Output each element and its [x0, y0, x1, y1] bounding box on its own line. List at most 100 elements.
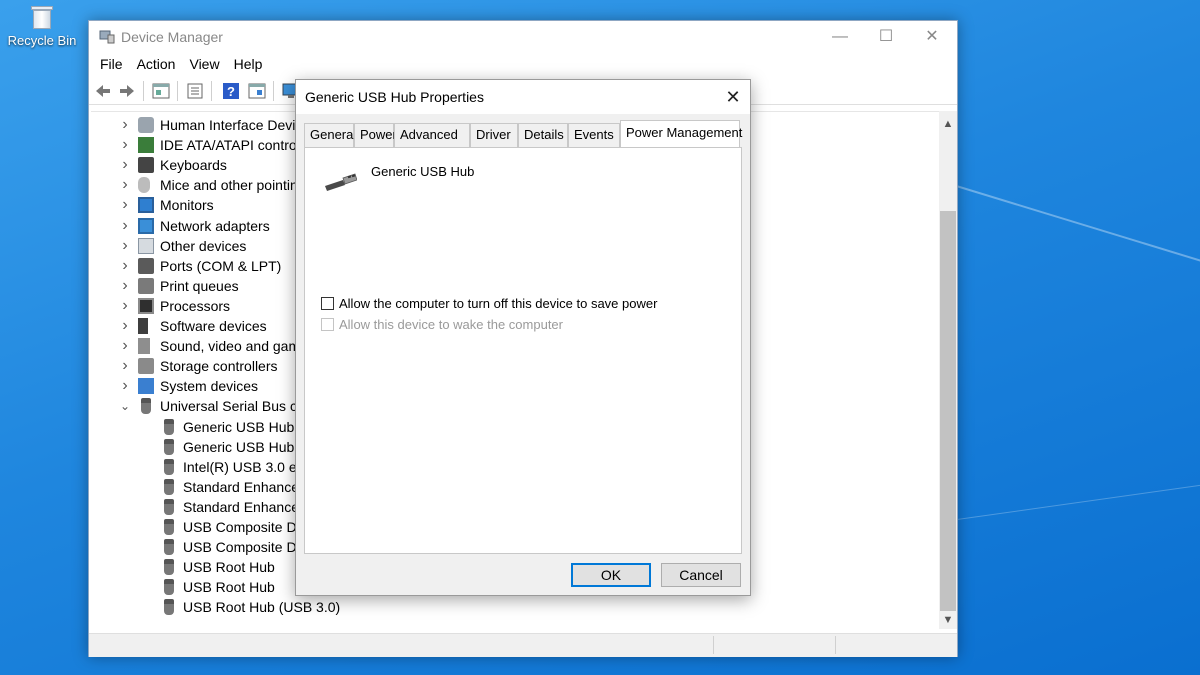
device-manager-titlebar[interactable]: Device Manager — ☐ ✕ — [89, 21, 957, 53]
allow-wake-label: Allow this device to wake the computer — [339, 317, 563, 332]
port-icon — [138, 257, 154, 274]
scan-hardware-icon[interactable] — [247, 81, 267, 101]
tab-driver[interactable]: Driver — [470, 123, 518, 147]
forward-arrow-icon[interactable] — [117, 81, 137, 101]
chevron-right-icon[interactable]: › — [119, 376, 131, 396]
tree-item-label: Standard Enhanced — [183, 498, 307, 515]
dialog-titlebar[interactable]: Generic USB Hub Properties ✕ — [296, 80, 750, 114]
window-title: Device Manager — [121, 29, 223, 45]
tab-power[interactable]: Power — [354, 123, 397, 147]
tree-item-label: Other devices — [160, 237, 247, 254]
recycle-bin-icon — [29, 4, 55, 30]
tree-item-label: Keyboards — [160, 157, 227, 174]
chevron-right-icon[interactable]: › — [119, 155, 131, 175]
chevron-right-icon[interactable]: › — [119, 356, 131, 376]
sound-icon — [138, 338, 150, 355]
scroll-up-arrow-icon[interactable]: ▲ — [939, 115, 957, 133]
usb-icon — [164, 579, 174, 596]
tree-item-label: Storage controllers — [160, 358, 278, 375]
chevron-right-icon[interactable]: › — [119, 296, 131, 316]
tree-item-label: USB Root Hub — [183, 579, 275, 596]
hid-icon — [138, 117, 154, 133]
cancel-button[interactable]: Cancel — [661, 563, 741, 587]
maximize-button[interactable]: ☐ — [863, 21, 909, 53]
other-device-icon — [138, 237, 154, 254]
usb-icon — [164, 599, 174, 616]
monitor-icon — [138, 197, 154, 214]
tree-item-label: Generic USB Hub — [183, 418, 295, 435]
minimize-button[interactable]: — — [817, 21, 863, 53]
usb-hub-properties-dialog: Generic USB Hub Properties ✕ General Pow… — [295, 79, 751, 596]
scroll-down-arrow-icon[interactable]: ▼ — [939, 611, 957, 629]
chevron-right-icon[interactable]: › — [119, 236, 131, 256]
tree-item-label: Standard Enhanced — [183, 478, 307, 495]
printer-icon — [138, 277, 154, 294]
tab-details[interactable]: Details — [518, 123, 568, 147]
tree-item-label: Human Interface Devic — [160, 117, 303, 133]
tree-item-label: Monitors — [160, 197, 214, 214]
network-adapter-icon — [138, 217, 154, 234]
status-bar — [89, 633, 957, 657]
tree-item-label: USB Composite Dev — [183, 519, 312, 535]
chevron-right-icon[interactable]: › — [119, 256, 131, 276]
chevron-right-icon[interactable]: › — [119, 276, 131, 296]
usb-icon — [164, 478, 174, 495]
tree-item-label: Generic USB Hub — [183, 438, 295, 455]
tree-item-label: Ports (COM & LPT) — [160, 257, 282, 274]
toolbar-separator — [143, 81, 144, 101]
usb-icon — [164, 498, 174, 515]
tree-item-label: USB Composite Dev — [183, 539, 312, 556]
chevron-right-icon[interactable]: › — [119, 135, 131, 155]
usb-plug-icon — [325, 173, 357, 191]
menu-view[interactable]: View — [182, 53, 226, 77]
tree-item-label: USB Root Hub — [183, 559, 275, 576]
menu-file[interactable]: File — [93, 53, 130, 77]
toolbar-separator — [273, 81, 274, 101]
usb-icon — [164, 519, 174, 535]
tab-advanced[interactable]: Advanced — [394, 123, 470, 147]
device-manager-icon — [99, 30, 115, 44]
chevron-right-icon[interactable]: › — [119, 336, 131, 356]
status-divider — [835, 636, 836, 654]
chevron-right-icon[interactable]: › — [119, 175, 131, 195]
tree-scrollbar[interactable]: ▲ ▼ — [939, 111, 957, 629]
wallpaper-light-ray — [939, 180, 1200, 299]
tree-device[interactable]: USB Root Hub (USB 3.0) — [91, 597, 931, 617]
toolbar-separator — [211, 81, 212, 101]
dialog-title: Generic USB Hub Properties — [305, 89, 484, 105]
mouse-icon — [138, 177, 150, 194]
menu-action[interactable]: Action — [130, 53, 183, 77]
usb-icon — [164, 458, 174, 475]
usb-icon — [164, 418, 174, 435]
properties-view-icon[interactable] — [151, 81, 171, 101]
chevron-down-icon[interactable]: ⌄ — [119, 396, 131, 416]
chevron-right-icon[interactable]: › — [119, 195, 131, 215]
menu-help[interactable]: Help — [227, 53, 270, 77]
usb-icon — [141, 398, 151, 415]
scroll-thumb[interactable] — [940, 211, 956, 611]
ok-button[interactable]: OK — [571, 563, 651, 587]
desktop-icon-label: Recycle Bin — [7, 33, 77, 48]
tab-events[interactable]: Events — [568, 123, 620, 147]
usb-icon — [164, 539, 174, 556]
system-device-icon — [138, 378, 154, 395]
chevron-right-icon[interactable]: › — [119, 216, 131, 236]
tab-general[interactable]: General — [304, 123, 356, 147]
dialog-close-button[interactable]: ✕ — [716, 80, 750, 114]
close-button[interactable]: ✕ — [909, 21, 955, 53]
wallpaper-light-ray — [949, 464, 1200, 521]
tree-item-label: Software devices — [160, 318, 267, 334]
tab-power-management[interactable]: Power Management — [620, 120, 742, 147]
list-view-icon[interactable] — [185, 81, 205, 101]
chevron-right-icon[interactable]: › — [119, 316, 131, 336]
chevron-right-icon[interactable]: › — [119, 115, 131, 135]
tree-item-label: IDE ATA/ATAPI controlle — [160, 137, 311, 154]
allow-wake-checkbox — [321, 318, 334, 331]
allow-turn-off-checkbox[interactable] — [321, 297, 334, 310]
tree-item-label: Processors — [160, 297, 231, 314]
help-icon[interactable]: ? — [221, 81, 241, 101]
desktop-icon-recycle-bin[interactable]: Recycle Bin — [4, 0, 80, 60]
storage-controller-icon — [138, 358, 154, 375]
allow-turn-off-label: Allow the computer to turn off this devi… — [339, 296, 658, 311]
back-arrow-icon[interactable] — [93, 81, 113, 101]
